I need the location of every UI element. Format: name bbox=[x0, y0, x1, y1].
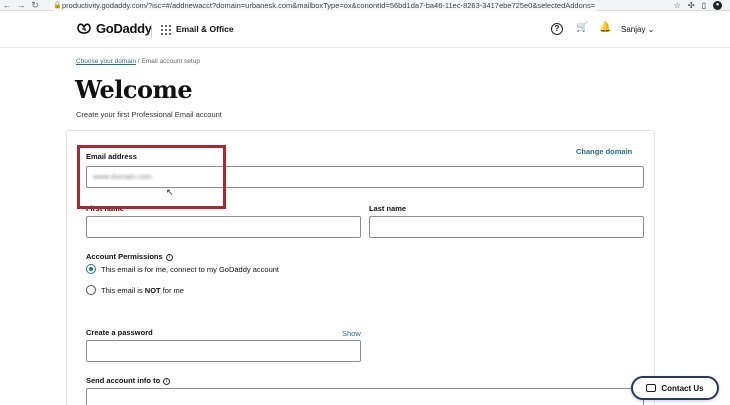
password-field[interactable] bbox=[86, 340, 361, 362]
last-name-label: Last name bbox=[369, 204, 407, 213]
info-icon[interactable]: i bbox=[163, 378, 171, 385]
breadcrumb: Choose your domain / Email account setup bbox=[76, 58, 200, 65]
reload-icon[interactable]: ↻ bbox=[28, 0, 42, 11]
contact-us-label: Contact Us bbox=[661, 383, 704, 393]
radio-not-for-me-label: This email is NOT for me bbox=[101, 286, 184, 295]
product-name[interactable]: Email & Office bbox=[176, 24, 234, 34]
breadcrumb-link-choose-domain[interactable]: Choose your domain bbox=[76, 58, 136, 65]
first-name-field[interactable] bbox=[86, 216, 361, 238]
site-header: GoDaddy Email & Office ? 🛒 🔔 Sanjay ⌄ bbox=[0, 12, 730, 48]
highlight-annotation-box bbox=[77, 145, 226, 209]
mouse-cursor-icon: ↖ bbox=[166, 187, 174, 197]
star-icon[interactable]: ☆ bbox=[674, 1, 681, 10]
godaddy-logo-icon bbox=[77, 23, 91, 34]
last-name-field[interactable] bbox=[369, 216, 644, 238]
radio-for-me[interactable]: This email is for me, connect to my GoDa… bbox=[86, 264, 279, 274]
lock-icon: 🔒 bbox=[53, 2, 62, 9]
forward-icon[interactable]: → bbox=[14, 0, 28, 11]
address-bar[interactable]: 🔒 productivity.godaddy.com/?isc=#/addnew… bbox=[50, 0, 600, 11]
puzzle-icon[interactable]: ✣ bbox=[688, 1, 695, 10]
page-title: Welcome bbox=[75, 75, 193, 104]
bell-icon[interactable]: 🔔 bbox=[599, 22, 611, 33]
page-subtitle: Create your first Professional Email acc… bbox=[76, 110, 222, 119]
cart-icon[interactable]: 🛒 bbox=[576, 22, 588, 33]
info-icon[interactable]: i bbox=[165, 254, 173, 261]
radio-for-me-label: This email is for me, connect to my GoDa… bbox=[101, 264, 279, 274]
permissions-label: Account Permissions i bbox=[86, 252, 173, 261]
send-info-label: Send account info to i bbox=[86, 376, 171, 385]
permissions-label-text: Account Permissions bbox=[86, 252, 163, 261]
change-domain-link[interactable]: Change domain bbox=[576, 147, 632, 156]
back-icon[interactable]: ← bbox=[0, 0, 14, 11]
godaddy-logo[interactable]: GoDaddy bbox=[76, 21, 152, 36]
header-divider bbox=[151, 24, 152, 38]
sidebar-icon[interactable]: ▯ bbox=[702, 1, 706, 10]
chat-icon bbox=[646, 384, 657, 392]
breadcrumb-current: Email account setup bbox=[141, 58, 200, 65]
apps-grid-icon[interactable] bbox=[161, 25, 171, 35]
send-info-field[interactable] bbox=[86, 388, 644, 405]
send-info-label-text: Send account info to bbox=[86, 376, 161, 385]
radio-button-checked[interactable] bbox=[86, 264, 96, 274]
extension-icons: ☆ ✣ ▯ ● bbox=[674, 0, 722, 11]
radio-not-bold: NOT bbox=[144, 285, 161, 295]
contact-us-button[interactable]: Contact Us bbox=[631, 376, 719, 400]
radio-button-unchecked[interactable] bbox=[86, 285, 96, 295]
url-text: productivity.godaddy.com/?isc=#/addnewac… bbox=[62, 1, 596, 10]
radio-not-for-me[interactable]: This email is NOT for me bbox=[86, 285, 184, 295]
radio-not-prefix: This email is bbox=[101, 285, 143, 295]
show-password-link[interactable]: Show bbox=[342, 329, 361, 338]
password-label: Create a password bbox=[86, 328, 153, 337]
help-icon[interactable]: ? bbox=[551, 23, 563, 35]
profile-icon[interactable]: ● bbox=[713, 1, 722, 10]
radio-not-suffix: for me bbox=[162, 285, 184, 295]
browser-toolbar: ← → ↻ 🔒 productivity.godaddy.com/?isc=#/… bbox=[0, 0, 730, 11]
logo-text: GoDaddy bbox=[96, 21, 152, 36]
breadcrumb-separator: / bbox=[137, 58, 140, 65]
user-menu[interactable]: Sanjay ⌄ bbox=[621, 25, 654, 34]
